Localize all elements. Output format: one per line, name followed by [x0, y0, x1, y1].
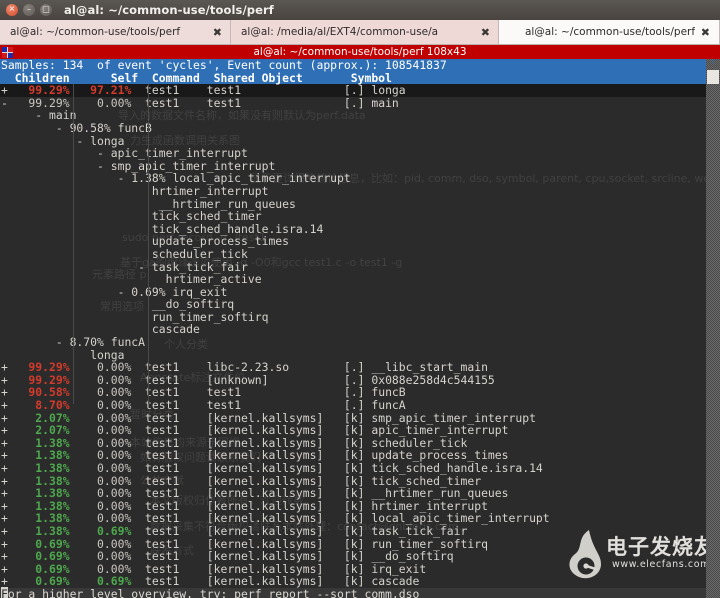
tab-1-close-icon[interactable]: ✖ — [213, 26, 222, 39]
window-controls: ✕ – □ — [6, 4, 52, 16]
call-tree-line: hrtimer_active — [1, 272, 262, 287]
tree-separator-1 — [148, 84, 149, 404]
call-tree-line: __do_softirq — [1, 297, 235, 312]
call-tree-line: - 8.70% funcA — [55, 335, 146, 350]
terminal-body[interactable]: Samples: 134 of event 'cycles', Event co… — [0, 59, 720, 598]
tab-3-label: al@al: ~/common-use/tools/perf — [524, 26, 696, 38]
perf-row: - 99.29% 0.00% test1 test1 [.] main — [1, 95, 399, 110]
tab-1-label: al@al: ~/common-use/tools/perf — [10, 26, 181, 38]
window-title-bar: ✕ – □ al@al: ~/common-use/tools/perf — [0, 0, 720, 20]
tab-3-close-icon[interactable]: ✖ — [701, 26, 710, 39]
tab-2[interactable]: al@al: /media/al/EXT4/common-use/a ✖ — [231, 20, 499, 44]
close-button[interactable]: ✕ — [6, 4, 18, 16]
maximize-button[interactable]: □ — [40, 4, 52, 16]
minimize-button[interactable]: – — [23, 4, 35, 16]
tab-1[interactable]: al@al: ~/common-use/tools/perf ✖ — [0, 20, 231, 44]
terminal-lines: Samples: 134 of event 'cycles', Event co… — [0, 59, 706, 598]
call-tree-line: - 90.58% funcB — [1, 120, 152, 135]
tab-2-label: al@al: /media/al/EXT4/common-use/a — [241, 26, 439, 38]
terminal-header-bar: al@al: ~/common-use/tools/perf 108x43 — [0, 45, 720, 59]
call-tree-line: - apic_timer_interrupt — [1, 146, 248, 161]
call-tree-line: scheduler_tick — [1, 246, 248, 261]
tab-2-close-icon[interactable]: ✖ — [481, 26, 490, 39]
samples-header: Samples: 134 of event 'cycles', Event co… — [0, 59, 706, 72]
terminal-window: ✕ – □ al@al: ~/common-use/tools/perf al@… — [0, 0, 720, 598]
status-line: For a higher level overview, try: perf r… — [0, 586, 706, 598]
tab-3-active[interactable]: al@al: ~/common-use/tools/perf ✖ — [499, 20, 720, 44]
call-tree-line: tick_sched_timer — [1, 209, 262, 224]
call-tree-line: hrtimer_interrupt — [1, 183, 269, 198]
tab-bar: al@al: ~/common-use/tools/perf ✖ al@al: … — [0, 20, 720, 45]
terminal-header-title: al@al: ~/common-use/tools/perf 108x43 — [253, 46, 467, 58]
scroll-thumb[interactable] — [707, 70, 719, 84]
tree-separator-0 — [73, 84, 74, 404]
window-title: al@al: ~/common-use/tools/perf — [64, 3, 274, 17]
scrollbar[interactable]: ↑ — [706, 59, 720, 598]
scroll-up-arrow-icon[interactable]: ↑ — [707, 59, 719, 68]
